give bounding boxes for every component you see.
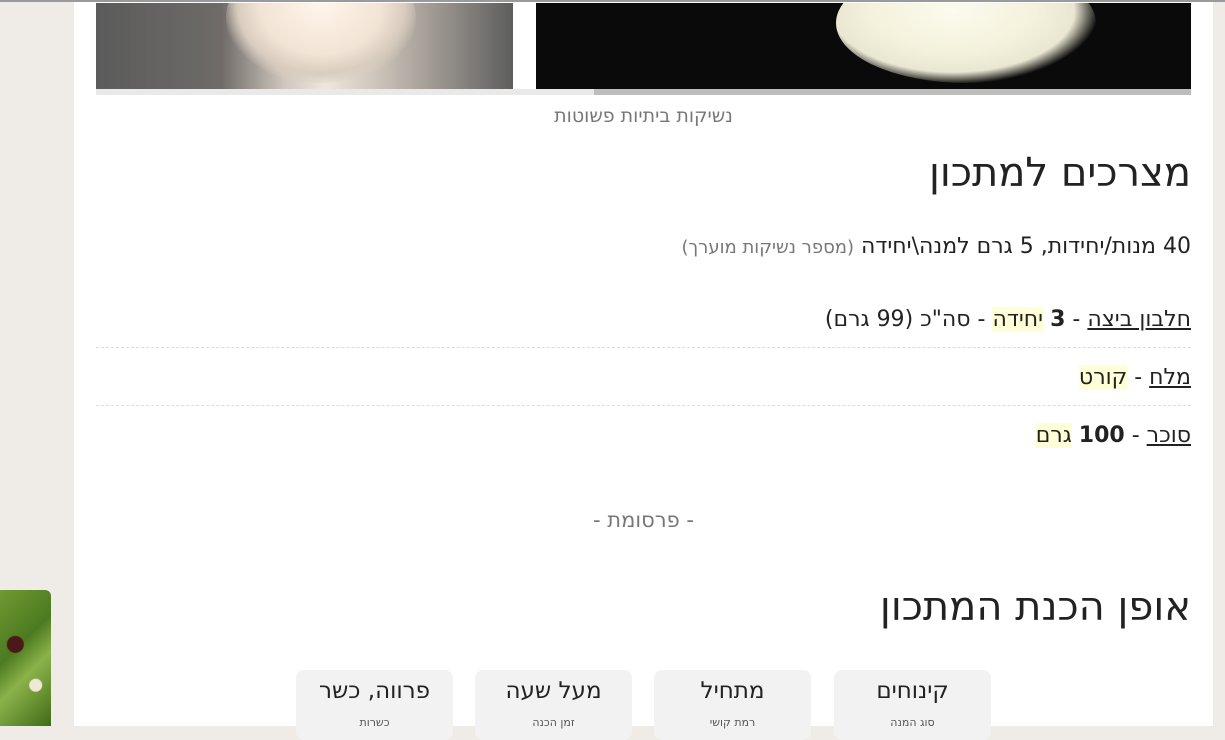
ingredient-unit: גרם [1035,423,1072,448]
side-recipe-thumbnail[interactable] [0,590,51,726]
method-title: אופן הכנת המתכון [879,584,1191,630]
ingredient-link-sugar[interactable]: סוכר [1147,423,1191,448]
ingredient-total: - סה"כ (99 גרם) [824,307,986,332]
ingredient-unit: קורט [1078,365,1128,390]
advertisement-label: - פרסומת - [593,508,694,532]
ingredient-link-salt[interactable]: מלח [1149,365,1191,390]
recipe-photo-left[interactable] [96,3,513,89]
recipe-page: נשיקות ביתיות פשוטות מצרכים למתכון 40 מנ… [74,2,1213,740]
ingredient-row: חלבון ביצה - 3 יחידה - סה"כ (99 גרם) [96,290,1191,348]
ingredient-unit: יחידה [992,307,1044,332]
info-tile-difficulty[interactable]: מתחיל רמת קושי [654,670,811,740]
ingredient-amount: 3 [1050,307,1066,332]
info-tile-title: מתחיל [700,678,765,704]
info-tile-dish-type[interactable]: קינוחים סוג המנה [834,670,991,740]
info-tile-title: פרווה, כשר [319,678,430,704]
ingredient-row: מלח - קורט [96,348,1191,406]
recipe-photo-right[interactable] [536,3,1191,89]
info-tile-title: מעל שעה [505,678,602,704]
servings-text: 40 מנות/יחידות, 5 גרם למנה\יחידה [861,234,1191,259]
ingredient-dash: - [1131,423,1140,448]
ingredient-dash: - [1072,307,1081,332]
info-tile-subtitle: זמן הכנה [532,716,575,729]
info-tile-subtitle: סוג המנה [890,716,935,729]
info-tile-prep-time[interactable]: מעל שעה זמן הכנה [475,670,632,740]
info-tile-subtitle: רמת קושי [709,716,756,729]
info-tile-subtitle: כשרות [359,716,390,729]
ingredient-link-egg-white[interactable]: חלבון ביצה [1087,307,1191,332]
servings-note: (מספר נשיקות מוערך) [681,237,854,258]
info-tile-kosher[interactable]: פרווה, כשר כשרות [296,670,453,740]
ingredient-dash: - [1134,365,1143,390]
info-tile-title: קינוחים [876,678,949,704]
ingredient-row: סוכר - 100 גרם [96,406,1191,464]
ingredient-amount: 100 [1078,423,1125,448]
servings-info: 40 מנות/יחידות, 5 גרם למנה\יחידה (מספר נ… [681,234,1191,259]
ingredients-title: מצרכים למתכון [929,150,1191,196]
gallery-indicator-track [96,89,594,95]
photo-caption: נשיקות ביתיות פשוטות [554,105,733,127]
gallery-indicator-active[interactable] [594,89,1191,95]
right-margin [1213,2,1225,726]
